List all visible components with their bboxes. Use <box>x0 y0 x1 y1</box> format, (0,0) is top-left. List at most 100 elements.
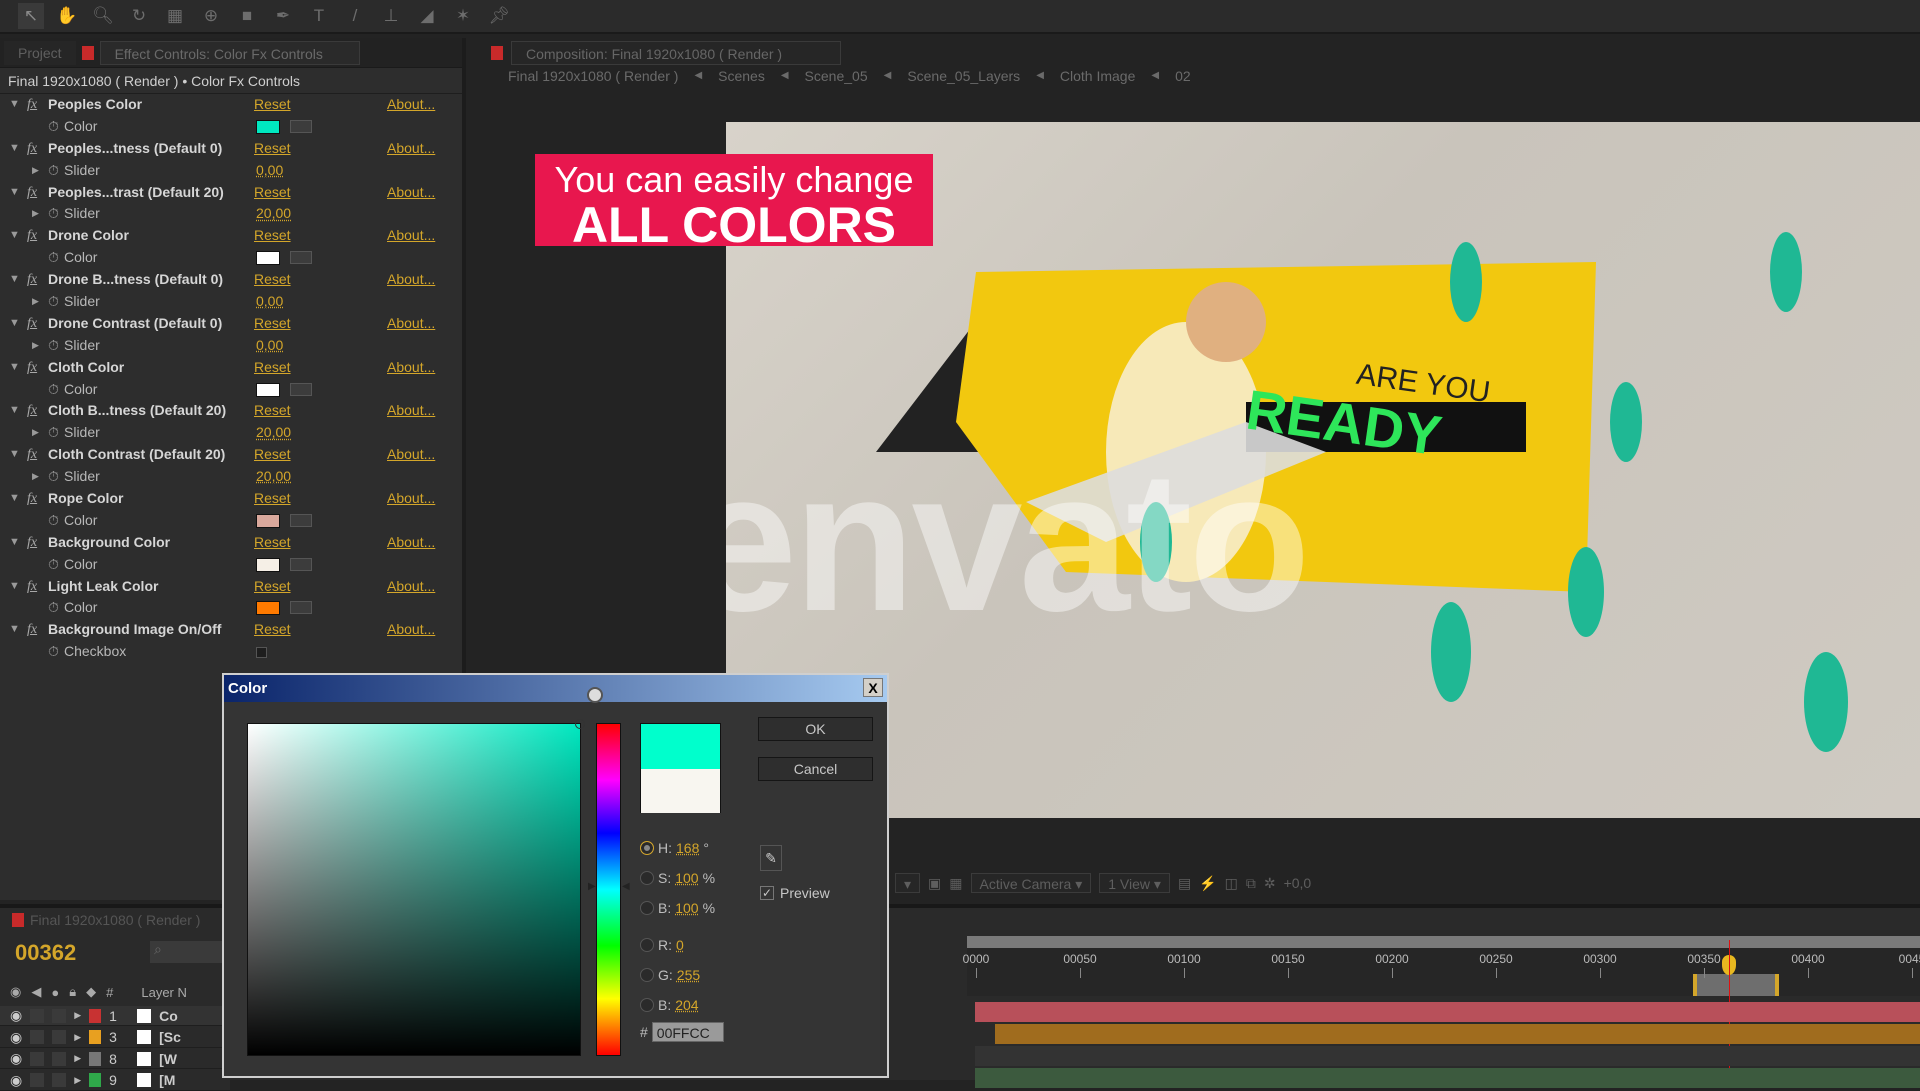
fx-toggle-icon[interactable]: fx <box>27 444 37 466</box>
about-link[interactable]: About... <box>387 532 435 554</box>
reset-link[interactable]: Reset <box>254 400 291 422</box>
solo-toggle[interactable] <box>52 1030 67 1044</box>
stopwatch-icon[interactable]: ⏱︎ <box>48 379 59 401</box>
transparency-grid-icon[interactable]: ▦ <box>949 875 962 892</box>
audio-toggle[interactable] <box>30 1030 45 1044</box>
expand-triangle-icon[interactable]: ▶ <box>74 1032 81 1043</box>
work-area-bar[interactable] <box>967 936 1920 948</box>
color-swatch[interactable] <box>256 601 280 616</box>
layout-icon[interactable]: ▤ <box>1178 875 1191 892</box>
effect-name[interactable]: Background Image On/Off <box>48 619 221 641</box>
fx-toggle-icon[interactable]: fx <box>27 576 37 598</box>
expand-triangle-icon[interactable]: ▶ <box>32 160 39 182</box>
tab-effect-controls[interactable]: Effect Controls: Color Fx Controls <box>99 40 360 65</box>
roto-brush-tool-icon[interactable]: ✶ <box>450 3 476 29</box>
stopwatch-icon[interactable]: ⏱︎ <box>48 510 59 532</box>
slider-value[interactable]: 0,00 <box>256 335 283 357</box>
text-tool-icon[interactable]: T <box>306 3 332 29</box>
label-color[interactable] <box>89 1030 102 1044</box>
eye-icon[interactable]: ◉ <box>10 1072 22 1089</box>
brush-tool-icon[interactable]: / <box>342 3 368 29</box>
effect-name[interactable]: Peoples...tness (Default 0) <box>48 138 222 160</box>
layer-row[interactable]: ◉ ▶ 8 [W <box>0 1049 230 1069</box>
audio-toggle[interactable] <box>30 1051 45 1066</box>
reset-link[interactable]: Reset <box>254 576 291 598</box>
stopwatch-icon[interactable]: ⏱︎ <box>48 466 59 488</box>
stopwatch-icon[interactable]: ⏱︎ <box>48 116 59 138</box>
layer-name[interactable]: [Sc <box>159 1029 181 1045</box>
expand-triangle-icon[interactable]: ▼ <box>9 182 20 204</box>
about-link[interactable]: About... <box>387 619 435 641</box>
reset-link[interactable]: Reset <box>254 269 291 291</box>
saturation-brightness-field[interactable] <box>247 719 585 1056</box>
exposure-value[interactable]: +0,0 <box>1284 875 1312 891</box>
layer-row[interactable]: ◉ ▶ 3 [Sc <box>0 1027 230 1048</box>
layer-name[interactable]: [M <box>159 1072 175 1088</box>
audio-toggle[interactable] <box>30 1073 45 1087</box>
effect-name[interactable]: Background Color <box>48 532 170 554</box>
eyedropper-icon[interactable] <box>290 382 312 396</box>
stopwatch-icon[interactable]: ⏱︎ <box>48 291 59 313</box>
preview-range[interactable] <box>1693 974 1779 996</box>
tab-timeline[interactable]: Final 1920x1080 ( Render ) <box>30 912 200 928</box>
expand-triangle-icon[interactable]: ▶ <box>32 203 39 225</box>
expand-triangle-icon[interactable]: ▶ <box>32 335 39 357</box>
effect-name[interactable]: Drone B...tness (Default 0) <box>48 269 223 291</box>
dialog-title[interactable]: Color <box>224 675 887 702</box>
expand-triangle-icon[interactable]: ▼ <box>9 313 20 335</box>
slider-value[interactable]: 0,00 <box>256 160 283 182</box>
slider-value[interactable]: 0,00 <box>256 291 283 313</box>
color-swatch[interactable] <box>256 119 280 134</box>
audio-toggle[interactable] <box>30 1008 45 1023</box>
about-link[interactable]: About... <box>387 269 435 291</box>
field-radio[interactable] <box>640 871 654 885</box>
layer-row[interactable]: ◉ ▶ 9 [M <box>0 1070 230 1091</box>
fx-toggle-icon[interactable]: fx <box>27 488 37 510</box>
reset-link[interactable]: Reset <box>254 313 291 335</box>
preview-checkbox[interactable]: ✓ Preview <box>760 885 830 901</box>
hand-tool-icon[interactable]: ✋ <box>54 3 80 29</box>
stopwatch-icon[interactable]: ⏱︎ <box>48 247 59 269</box>
field-value[interactable]: 0 <box>676 937 684 953</box>
expand-triangle-icon[interactable]: ▶ <box>74 1053 81 1064</box>
original-color-swatch[interactable] <box>641 769 720 813</box>
expand-triangle-icon[interactable]: ▶ <box>32 466 39 488</box>
fx-toggle-icon[interactable]: fx <box>27 313 37 335</box>
rectangle-tool-icon[interactable]: ■ <box>234 3 260 29</box>
about-link[interactable]: About... <box>387 400 435 422</box>
views-dropdown[interactable]: 1 View ▾ <box>1099 873 1170 893</box>
field-value[interactable]: 204 <box>675 997 698 1013</box>
reset-link[interactable]: Reset <box>254 94 291 116</box>
field-radio[interactable] <box>640 938 654 952</box>
eyedropper-icon[interactable] <box>290 601 312 615</box>
ok-button[interactable]: OK <box>758 717 873 741</box>
color-swatch[interactable] <box>256 557 280 572</box>
fx-toggle-icon[interactable]: fx <box>27 225 37 247</box>
fx-toggle-icon[interactable]: fx <box>27 94 37 116</box>
eye-icon[interactable]: ◉ <box>10 1029 22 1046</box>
breadcrumb-item[interactable]: Scene_05 <box>805 64 868 88</box>
layer-duration-bar[interactable] <box>975 1046 1920 1066</box>
field-value[interactable]: 100 <box>675 870 698 886</box>
timeline-icon[interactable]: ◫ <box>1225 875 1238 892</box>
layer-name[interactable]: [W <box>159 1051 177 1067</box>
resolution-dropdown[interactable]: ▾ <box>895 873 921 893</box>
stopwatch-icon[interactable]: ⏱︎ <box>48 335 59 357</box>
eye-icon[interactable]: ◉ <box>10 1050 22 1067</box>
stopwatch-icon[interactable]: ⏱︎ <box>48 554 59 576</box>
zoom-tool-icon[interactable]: 🔍︎ <box>90 3 116 29</box>
fx-toggle-icon[interactable]: fx <box>27 182 37 204</box>
pan-behind-tool-icon[interactable]: ⊕ <box>198 3 224 29</box>
flowchart-icon[interactable]: ⧉ <box>1246 875 1256 892</box>
fast-preview-icon[interactable]: ⚡ <box>1199 875 1216 892</box>
expand-triangle-icon[interactable]: ▶ <box>32 291 39 313</box>
expand-triangle-icon[interactable]: ▼ <box>9 269 20 291</box>
about-link[interactable]: About... <box>387 488 435 510</box>
field-radio[interactable] <box>640 901 654 915</box>
slider-value[interactable]: 20,00 <box>256 466 291 488</box>
effect-name[interactable]: Peoples...trast (Default 20) <box>48 182 224 204</box>
stopwatch-icon[interactable]: ⏱︎ <box>48 641 59 663</box>
expand-triangle-icon[interactable]: ▶ <box>74 1010 81 1021</box>
pen-tool-icon[interactable]: ✒ <box>270 3 296 29</box>
eyedropper-icon[interactable] <box>290 119 312 133</box>
